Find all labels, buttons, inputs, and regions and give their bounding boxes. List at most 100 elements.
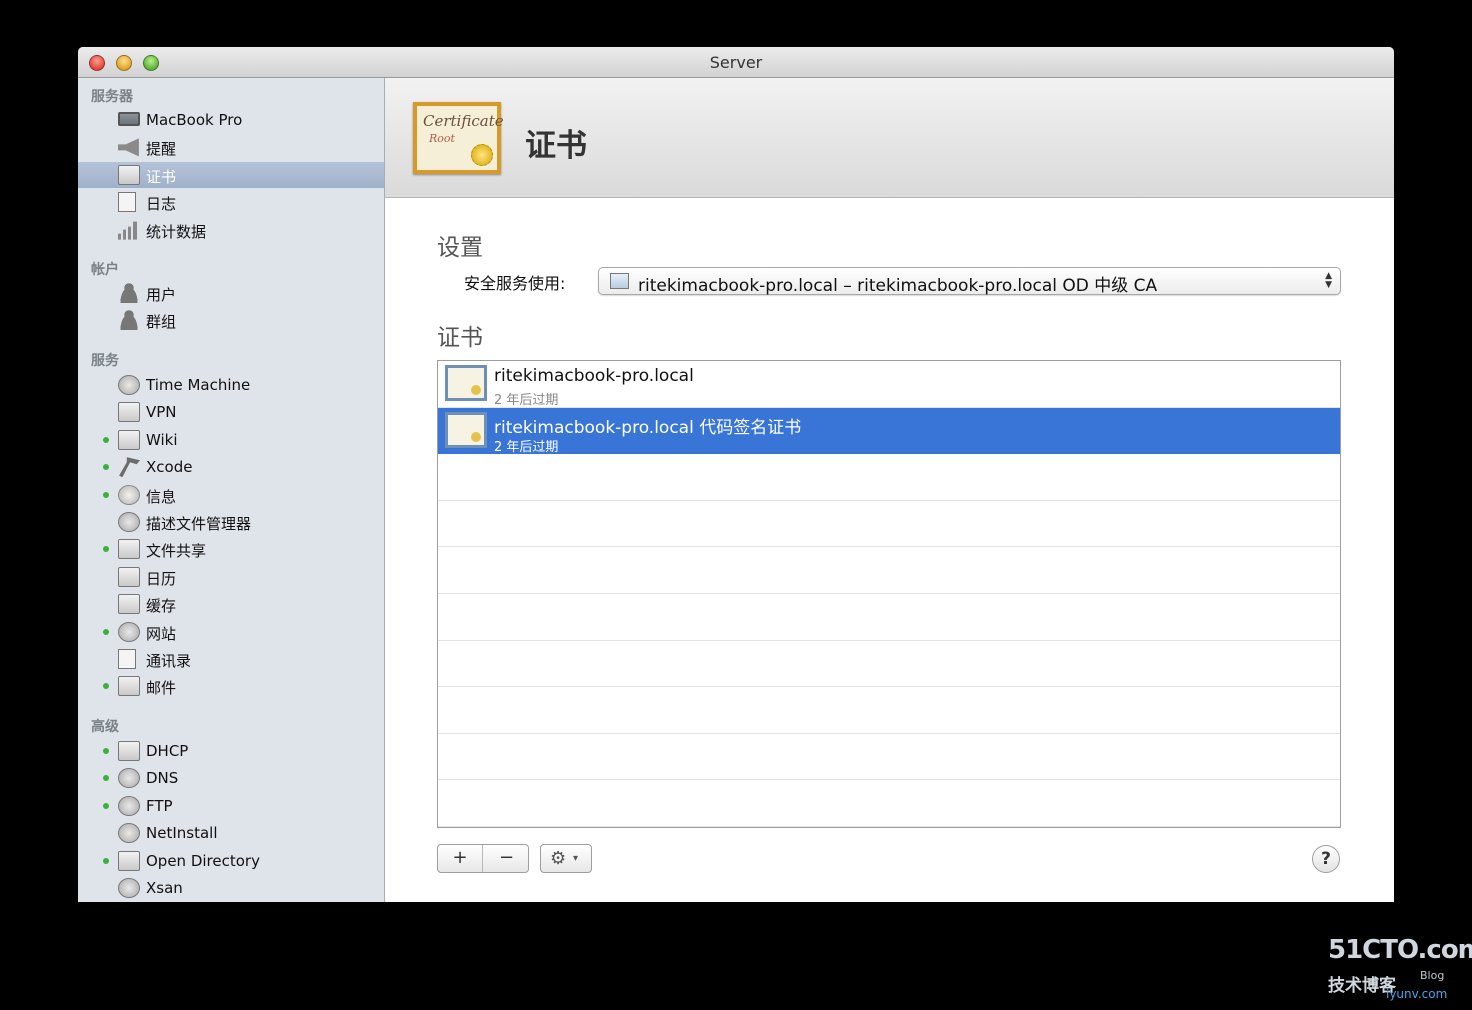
sidebar-item-label: 通讯录 [146,652,192,670]
sidebar-item[interactable]: VPN [78,399,384,425]
mail-icon [118,676,140,697]
empty-row [438,734,1340,781]
status-dot [103,775,109,782]
sidebar-item-label: Xcode [146,458,193,477]
sidebar-item[interactable]: DHCP [78,738,384,764]
empty-row [438,501,1340,548]
ssl-label: 安全服务使用: [464,274,566,293]
sidebar-item-label: MacBook Pro [146,111,243,129]
sidebar-item-label: VPN [146,403,177,422]
sidebar-item[interactable]: DNS [78,765,384,791]
xsan-icon [118,878,140,898]
empty-row [438,641,1340,688]
sidebar-item[interactable]: Xcode [78,454,384,480]
megaphone-icon [118,138,139,157]
help-button[interactable]: ? [1312,845,1340,873]
empty-row [438,687,1340,734]
dns-icon [118,768,140,789]
main-pane: Certificate Root 证书 设置 安全服务使用: ritekimac… [385,78,1394,902]
time-machine-icon [118,375,140,395]
netinstall-icon [118,823,140,844]
watermark-url: iyunv.com [1386,987,1448,1001]
sidebar-item-label: 信息 [146,487,177,506]
sidebar-item[interactable]: 通讯录 [78,646,384,672]
watermark-blog: Blog [1420,969,1445,982]
empty-row [438,780,1340,827]
page-title: 证书 [525,128,587,164]
lock-icon [118,402,140,423]
sidebar-item[interactable]: 用户 [78,280,384,306]
group-icon [118,310,140,331]
remove-button[interactable]: − [484,845,529,872]
sidebar-item-label: NetInstall [146,824,218,843]
up-down-arrows-icon: ▲ ▼ [1325,271,1332,290]
sidebar-item-label: DNS [146,769,179,788]
table-row[interactable]: ritekimacbook-pro.local 2 年后过期 [438,361,1340,408]
sidebar-item[interactable]: 群组 [78,307,384,333]
sidebar-item[interactable]: 缓存 [78,591,384,617]
sidebar-item-label: Wiki [146,430,178,449]
sidebar-item[interactable]: 邮件 [78,673,384,699]
certificate-list[interactable]: ritekimacbook-pro.local 2 年后过期 ritekimacbo… [437,360,1341,828]
open-directory-icon [118,850,140,871]
page-header: Certificate Root 证书 [385,78,1394,198]
sidebar-item[interactable]: FTP [78,793,384,819]
folder-icon [118,539,140,560]
sidebar-item[interactable]: 日历 [78,564,384,590]
sidebar-section-header: 服务器 [91,89,133,105]
add-button[interactable]: + [438,845,483,872]
sidebar-item[interactable]: NetInstall [78,820,384,846]
sidebar-item[interactable]: 信息 [78,482,384,508]
certificate-expiry: 2 年后过期 [494,393,559,408]
message-bubble-icon [118,484,140,505]
gear-icon: ⚙ [550,848,567,869]
sidebar-item[interactable]: 日志 [78,189,384,215]
sidebar-item[interactable]: MacBook Pro [78,107,384,133]
watermark: 51CTO.com 技术博客 Blog iyunv.com [1328,935,1472,1005]
sidebar-item[interactable]: 统计数据 [78,217,384,243]
certificate-icon [610,273,629,289]
sidebar-item[interactable]: Xsan [78,875,384,901]
sidebar-section-header: 服务 [91,353,119,369]
action-menu-button[interactable]: ⚙ ▾ [540,844,592,873]
sidebar-item-label: 日志 [146,195,177,214]
profile-manager-icon [118,512,140,532]
sidebar-item[interactable]: 网站 [78,619,384,645]
sidebar-item[interactable]: 文件共享 [78,536,384,562]
sidebar-section-header: 帐户 [91,262,119,278]
ssl-certificate-popup[interactable]: ritekimacbook-pro.local – ritekimacbook-… [598,267,1341,296]
sidebar-item-label: 群组 [146,313,177,332]
sidebar-item-label: Open Directory [146,851,260,870]
contacts-icon [118,649,136,669]
certificate-icon [445,365,487,401]
chevron-down-icon: ▾ [573,853,579,864]
table-row[interactable]: ritekimacbook-pro.local 代码签名证书 2 年后过期 [438,407,1340,455]
window-title: Server [709,53,763,72]
sidebar-item[interactable]: Time Machine [78,372,384,398]
sidebar-item[interactable]: 描述文件管理器 [78,509,384,535]
sidebar-item-label: 统计数据 [146,222,207,241]
status-dot [103,546,109,553]
log-icon [118,192,136,213]
sidebar-item[interactable]: Wiki [78,427,384,453]
sidebar-item[interactable]: 证书 [78,161,384,188]
title-bar: Server [78,47,1394,78]
certificate-icon: Certificate Root [413,102,504,174]
hammer-icon [119,457,140,478]
wiki-icon [118,429,140,450]
seal-icon [471,431,481,442]
sidebar: 服务器 MacBook Pro 提醒证书日志统计数据帐户用户群组服务 Time Mac… [78,78,385,902]
empty-row [438,454,1340,501]
seal-icon [471,144,493,166]
sidebar-item-label: 提醒 [146,140,177,159]
sidebar-item-label: 日历 [146,569,177,588]
certificate-icon [118,164,140,185]
status-dot [103,436,109,443]
sidebar-item-label: 缓存 [146,597,177,616]
sidebar-item[interactable]: Open Directory [78,848,384,874]
sidebar-item-label: 用户 [146,286,177,304]
ssl-certificate-value: ritekimacbook-pro.local – ritekimacbook-… [638,276,1158,296]
globe-icon [118,621,140,642]
sidebar-item[interactable]: 提醒 [78,134,384,160]
user-icon [118,283,140,303]
